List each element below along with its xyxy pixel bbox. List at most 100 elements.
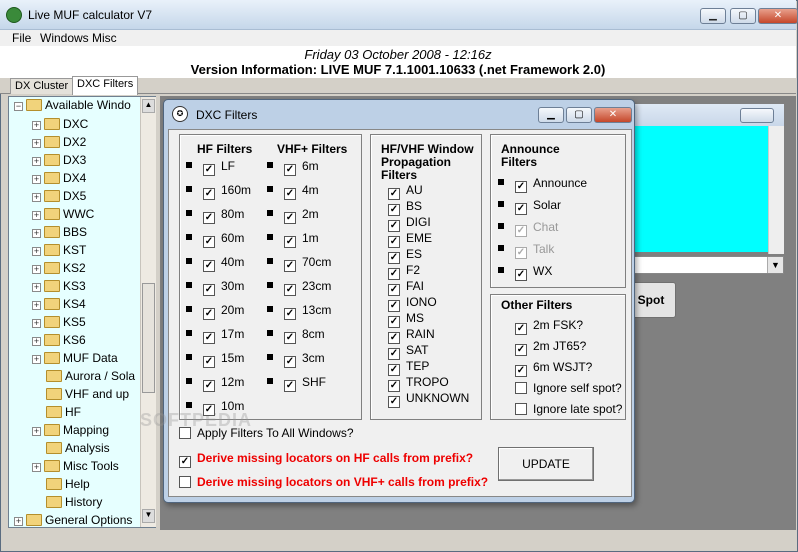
expand-icon[interactable]: + — [32, 427, 41, 436]
update-button[interactable]: UPDATE — [498, 447, 594, 481]
expand-icon[interactable]: + — [32, 463, 41, 472]
filter-eme[interactable]: ✓ EME — [388, 231, 432, 248]
filter-2m-jt65-[interactable]: ✓ 2m JT65? — [515, 339, 586, 356]
filter-17m[interactable]: ✓ 17m — [186, 327, 244, 344]
tree-item-wwc[interactable]: + WWC — [32, 207, 140, 223]
tree-item-dx2[interactable]: + DX2 — [32, 135, 140, 151]
expand-icon[interactable]: + — [32, 319, 41, 328]
checkbox[interactable]: ✓ — [203, 188, 215, 200]
checkbox[interactable]: ✓ — [284, 164, 296, 176]
checkbox[interactable]: ✓ — [515, 203, 527, 215]
tree-item-help[interactable]: Help — [46, 477, 140, 493]
checkbox[interactable] — [515, 403, 527, 415]
checkbox[interactable]: ✓ — [515, 225, 527, 237]
minimize-button[interactable]: ▁ — [700, 8, 726, 24]
checkbox[interactable]: ✓ — [284, 332, 296, 344]
tree-item-ks5[interactable]: + KS5 — [32, 315, 140, 331]
filter-unknown[interactable]: ✓ UNKNOWN — [388, 391, 469, 408]
tree-item-ks4[interactable]: + KS4 — [32, 297, 140, 313]
expand-icon[interactable]: + — [32, 337, 41, 346]
expand-icon[interactable]: + — [32, 247, 41, 256]
filter-30m[interactable]: ✓ 30m — [186, 279, 244, 296]
tree-item-ks6[interactable]: + KS6 — [32, 333, 140, 349]
expand-icon[interactable]: + — [32, 265, 41, 274]
tree-item-dx3[interactable]: + DX3 — [32, 153, 140, 169]
expand-icon[interactable]: + — [32, 283, 41, 292]
filter-solar[interactable]: ✓ Solar — [498, 198, 561, 215]
checkbox[interactable]: ✓ — [203, 212, 215, 224]
expand-icon[interactable]: + — [32, 157, 41, 166]
checkbox[interactable]: ✓ — [203, 380, 215, 392]
filter-shf[interactable]: ✓ SHF — [267, 375, 326, 392]
checkbox[interactable]: ✓ — [284, 284, 296, 296]
tree-item-dxc[interactable]: + DXC — [32, 117, 140, 133]
menu-misc[interactable]: Misc — [92, 31, 117, 45]
tree-root[interactable]: − Available Windo — [14, 98, 131, 114]
filter-chat[interactable]: ✓ Chat — [498, 220, 558, 237]
filter-6m-wsjt-[interactable]: ✓ 6m WSJT? — [515, 360, 592, 377]
collapse-icon[interactable]: − — [14, 102, 23, 111]
checkbox[interactable]: ✓ — [515, 247, 527, 259]
expand-icon[interactable]: + — [32, 211, 41, 220]
checkbox[interactable]: ✓ — [284, 188, 296, 200]
chevron-down-icon[interactable]: ▼ — [767, 257, 783, 273]
cluster-output[interactable] — [628, 126, 770, 252]
checkbox[interactable]: ✓ — [515, 269, 527, 281]
filter-digi[interactable]: ✓ DIGI — [388, 215, 431, 232]
tree-item-analysis[interactable]: Analysis — [46, 441, 140, 457]
checkbox[interactable]: ✓ — [284, 212, 296, 224]
filter-es[interactable]: ✓ ES — [388, 247, 422, 264]
expand-icon[interactable]: + — [32, 355, 41, 364]
expand-icon[interactable]: + — [32, 121, 41, 130]
checkbox[interactable] — [515, 382, 527, 394]
filter-announce[interactable]: ✓ Announce — [498, 176, 587, 193]
menu-file[interactable]: File — [12, 31, 31, 45]
checkbox[interactable]: ✓ — [203, 236, 215, 248]
tree-vertical-scrollbar[interactable]: ▲ ▼ — [140, 97, 156, 527]
filter-12m[interactable]: ✓ 12m — [186, 375, 244, 392]
checkbox[interactable]: ✓ — [515, 323, 527, 335]
filter-4m[interactable]: ✓ 4m — [267, 183, 319, 200]
checkbox[interactable]: ✓ — [515, 344, 527, 356]
spot-button[interactable]: l Spot — [628, 282, 676, 318]
checkbox[interactable]: ✓ — [284, 236, 296, 248]
close-button[interactable]: ✕ — [758, 8, 798, 24]
checkbox[interactable]: ✓ — [203, 308, 215, 320]
tree-item-hf[interactable]: HF — [46, 405, 140, 421]
filter-ignore-self-spot-[interactable]: Ignore self spot? — [515, 381, 622, 397]
checkbox[interactable]: ✓ — [203, 404, 215, 416]
filter-tep[interactable]: ✓ TEP — [388, 359, 429, 376]
filter-6m[interactable]: ✓ 6m — [267, 159, 319, 176]
expand-icon[interactable]: + — [32, 175, 41, 184]
filter-3cm[interactable]: ✓ 3cm — [267, 351, 325, 368]
filter-2m-fsk-[interactable]: ✓ 2m FSK? — [515, 318, 583, 335]
tab-dxc-filters[interactable]: DXC Filters — [72, 76, 139, 95]
tree-item-muf-data[interactable]: + MUF Data — [32, 351, 140, 367]
expand-icon[interactable]: + — [32, 139, 41, 148]
filter-70cm[interactable]: ✓ 70cm — [267, 255, 331, 272]
tree-item-kst[interactable]: + KST — [32, 243, 140, 259]
filter-ignore-late-spot-[interactable]: Ignore late spot? — [515, 402, 622, 418]
expand-icon[interactable]: + — [32, 301, 41, 310]
derive-hf-checkbox[interactable]: ✓ Derive missing locators on HF calls fro… — [179, 451, 473, 468]
filter-iono[interactable]: ✓ IONO — [388, 295, 437, 312]
derive-vhf-checkbox[interactable]: Derive missing locators on VHF+ calls fr… — [179, 475, 488, 491]
maximize-button[interactable]: ▢ — [730, 8, 756, 24]
filter-13cm[interactable]: ✓ 13cm — [267, 303, 331, 320]
filter-1m[interactable]: ✓ 1m — [267, 231, 319, 248]
checkbox[interactable]: ✓ — [515, 365, 527, 377]
checkbox[interactable]: ✓ — [284, 380, 296, 392]
dialog-maximize-button[interactable]: ▢ — [566, 107, 592, 123]
tree-item-bbs[interactable]: + BBS — [32, 225, 140, 241]
checkbox[interactable]: ✓ — [203, 356, 215, 368]
tree-item-dx5[interactable]: + DX5 — [32, 189, 140, 205]
checkbox[interactable]: ✓ — [284, 308, 296, 320]
filter-talk[interactable]: ✓ Talk — [498, 242, 554, 259]
filter-20m[interactable]: ✓ 20m — [186, 303, 244, 320]
expand-icon[interactable]: + — [32, 193, 41, 202]
expand-icon[interactable]: + — [14, 517, 23, 526]
filter-60m[interactable]: ✓ 60m — [186, 231, 244, 248]
tree-item-mapping[interactable]: + Mapping — [32, 423, 140, 439]
tree-item-vhf-and-up[interactable]: VHF and up — [46, 387, 140, 403]
filter-23cm[interactable]: ✓ 23cm — [267, 279, 331, 296]
